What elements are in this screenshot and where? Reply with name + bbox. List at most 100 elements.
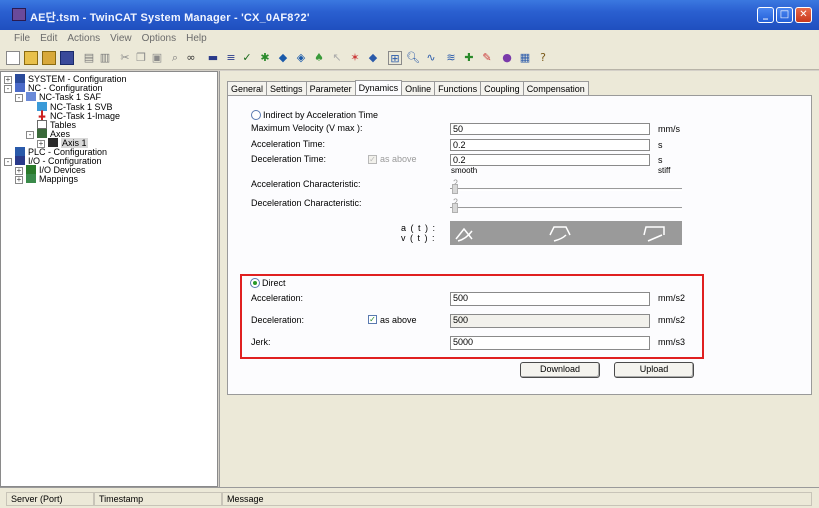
accel-time-unit: s: [658, 140, 663, 150]
tab-general[interactable]: General: [227, 81, 268, 96]
tab-coupling[interactable]: Coupling: [480, 81, 524, 96]
max-velocity-field[interactable]: 50: [450, 123, 650, 135]
decel-time-as-above-checkbox[interactable]: ✓: [368, 155, 377, 164]
accel-time-label: Acceleration Time:: [251, 139, 326, 149]
find-icon[interactable]: ⌕: [168, 51, 182, 65]
task-svb-icon: [37, 102, 47, 111]
accel-label: Acceleration:: [251, 293, 304, 303]
print-icon[interactable]: ▤: [82, 51, 96, 65]
status-message: Message: [222, 492, 812, 506]
decel-time-field[interactable]: 0.2: [450, 154, 650, 166]
direct-radio[interactable]: [250, 278, 260, 288]
status-timestamp: Timestamp: [94, 492, 222, 506]
decel-unit: mm/s2: [658, 315, 685, 325]
accel-char-slider-thumb[interactable]: [452, 184, 458, 194]
info-icon[interactable]: ▦: [518, 51, 532, 65]
decel-field[interactable]: 500: [450, 314, 650, 328]
run-icon[interactable]: ◈: [294, 51, 308, 65]
indirect-radio[interactable]: [251, 110, 261, 120]
restart-icon[interactable]: ◆: [276, 51, 290, 65]
io-icon: [15, 156, 25, 165]
decel-as-above-label: as above: [380, 315, 417, 325]
tab-parameter[interactable]: Parameter: [305, 81, 356, 96]
decel-char-label: Deceleration Characteristic:: [251, 198, 362, 208]
settings-icon[interactable]: ✎: [480, 51, 494, 65]
dynamics-panel: Indirect by Acceleration Time Maximum Ve…: [227, 95, 812, 395]
menu-help[interactable]: Help: [181, 30, 212, 44]
check-icon[interactable]: ✓: [240, 51, 254, 65]
target-icon[interactable]: ◆: [366, 51, 380, 65]
open-remote-icon[interactable]: [42, 51, 56, 65]
axis-properties-pane: General Settings Parameter Dynamics Online Fu…: [219, 71, 819, 487]
maximize-icon[interactable]: □: [776, 7, 793, 23]
decel-label: Deceleration:: [251, 315, 305, 325]
smooth-label: smooth: [451, 166, 478, 175]
minimize-icon[interactable]: _: [757, 7, 774, 23]
network-icon[interactable]: ≡: [224, 51, 238, 65]
task-icon: [26, 92, 36, 101]
accel-char-slider[interactable]: [450, 188, 682, 191]
download-button[interactable]: Download: [520, 362, 600, 378]
max-velocity-label: Maximum Velocity (V max ):: [251, 123, 363, 133]
tab-functions[interactable]: Functions: [434, 81, 482, 96]
decel-char-slider-thumb[interactable]: [452, 203, 458, 213]
scope-icon[interactable]: ∿: [424, 51, 438, 65]
tab-compensation[interactable]: Compensation: [522, 81, 589, 96]
tab-online[interactable]: Online: [401, 81, 436, 96]
activate-icon[interactable]: ✱: [258, 51, 272, 65]
new-icon[interactable]: [6, 51, 20, 65]
monitor-icon[interactable]: ▬: [206, 51, 220, 65]
jerk-label: Jerk:: [251, 337, 271, 347]
menu-edit[interactable]: Edit: [35, 30, 62, 44]
close-icon[interactable]: ✕: [795, 7, 812, 23]
accel-char-label: Acceleration Characteristic:: [251, 179, 361, 189]
zoom-icon[interactable]: ⊞: [388, 51, 402, 65]
velocity-profile-curve-mid: [553, 234, 567, 242]
menu-file[interactable]: File: [0, 30, 35, 44]
cut-icon[interactable]: ✂: [118, 51, 132, 65]
print-preview-icon[interactable]: ▥: [98, 51, 112, 65]
menu-view[interactable]: View: [105, 30, 137, 44]
jerk-field[interactable]: 5000: [450, 336, 650, 350]
direct-label: Direct: [262, 278, 286, 288]
record-icon[interactable]: ●: [500, 51, 514, 65]
accel-time-field[interactable]: 0.2: [450, 139, 650, 151]
title-bar: AE단.tsm - TwinCAT System Manager - 'CX_0…: [0, 0, 819, 30]
tab-settings[interactable]: Settings: [266, 81, 307, 96]
paste-icon[interactable]: ▣: [150, 51, 164, 65]
decel-char-slider[interactable]: [450, 207, 682, 210]
binoculars-icon[interactable]: ∞: [184, 51, 198, 65]
stiff-label: stiff: [658, 166, 671, 175]
open-icon[interactable]: [24, 51, 38, 65]
help-icon[interactable]: ?: [536, 51, 550, 65]
nc-icon: [15, 83, 25, 92]
a-t-label: a ( t ) :: [401, 223, 437, 233]
expand-icon[interactable]: +: [15, 176, 23, 184]
collapse-icon[interactable]: -: [26, 131, 34, 139]
plugin-icon[interactable]: ✚: [462, 51, 476, 65]
free-run-icon[interactable]: ♠: [312, 51, 326, 65]
status-server-port: Server (Port): [6, 492, 94, 506]
menu-actions[interactable]: Actions: [62, 30, 105, 44]
tree-item-nc-task-saf[interactable]: - NC-Task 1 SAF: [15, 92, 101, 102]
search-icon[interactable]: 🔍︎: [406, 51, 420, 65]
menu-options[interactable]: Options: [137, 30, 181, 44]
decel-time-as-above-label: as above: [380, 154, 417, 164]
decel-time-unit: s: [658, 155, 663, 165]
collapse-icon[interactable]: -: [4, 158, 12, 166]
upload-button[interactable]: Upload: [614, 362, 694, 378]
decel-as-above-checkbox[interactable]: ✓: [368, 315, 377, 324]
jerk-unit: mm/s3: [658, 337, 685, 347]
save-icon[interactable]: [60, 51, 74, 65]
tree-item-mappings[interactable]: + Mappings: [15, 174, 78, 184]
system-icon: [15, 74, 25, 83]
cursor-icon[interactable]: ↖: [330, 51, 344, 65]
collapse-icon[interactable]: -: [15, 94, 23, 102]
copy-icon[interactable]: ❐: [134, 51, 148, 65]
mappings-icon: [26, 174, 36, 183]
graph-icon[interactable]: ≋: [444, 51, 458, 65]
accel-field[interactable]: 500: [450, 292, 650, 306]
collapse-icon[interactable]: -: [4, 85, 12, 93]
stop-icon[interactable]: ✶: [348, 51, 362, 65]
toolbar: ▤ ▥ ✂ ❐ ▣ ⌕ ∞ ▬ ≡ ✓ ✱ ◆ ◈ ♠ ↖ ✶ ◆ ⊞ 🔍︎ ∿…: [0, 48, 819, 70]
